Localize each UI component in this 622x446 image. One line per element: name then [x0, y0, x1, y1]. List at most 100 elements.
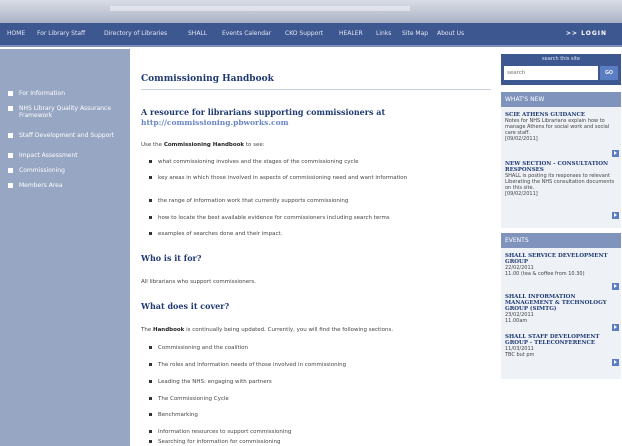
list-item-text: examples of searches done and their impa…	[158, 231, 283, 237]
search-label: search this site	[542, 56, 580, 62]
whats-new-heading: WHAT'S NEW	[501, 92, 621, 107]
nav-for-library-staff[interactable]: For Library Staff	[37, 30, 85, 37]
top-navigation-bar: HOME For Library Staff Directory of Libr…	[0, 23, 622, 47]
list-item-text: key areas in which those involved in asp…	[158, 175, 408, 181]
more-arrow-icon[interactable]	[612, 359, 619, 366]
search-input[interactable]	[504, 66, 598, 80]
intro-text: Use the Commissioning Handbook to see:	[141, 142, 265, 148]
sidebar-item-commissioning[interactable]: Commissioning	[8, 167, 126, 174]
list-item: The Commissioning Cycle	[149, 396, 488, 403]
sidebar-item-label: Commissioning	[19, 167, 65, 174]
bullet-icon	[149, 176, 152, 179]
nav-healer[interactable]: HEALER	[339, 30, 363, 37]
news-item: SCIE ATHENS GUIDANCE Notes for NHS Libra…	[505, 112, 619, 142]
what-heading: What does it cover?	[141, 301, 230, 311]
sidebar-item-staff-development[interactable]: Staff Development and Support	[8, 132, 126, 139]
bullet-icon	[149, 346, 152, 349]
event-item-title[interactable]: SHALL INFORMATION MANAGEMENT & TECHNOLOG…	[505, 294, 619, 312]
event-item: SHALL STAFF DEVELOPMENT GROUP - TELECONF…	[505, 334, 619, 358]
resource-heading: A resource for librarians supporting com…	[141, 107, 386, 117]
nav-shall[interactable]: SHALL	[188, 30, 207, 37]
list-item: what commissioning involves and the stag…	[149, 159, 488, 166]
bullet-icon	[149, 397, 152, 400]
more-arrow-icon[interactable]	[612, 324, 619, 331]
more-arrow-icon[interactable]	[612, 212, 619, 219]
list-item-text: how to locate the best available evidenc…	[158, 215, 390, 221]
list-item: Information resources to support commiss…	[149, 429, 488, 436]
nav-about-us[interactable]: About Us	[437, 30, 464, 37]
nav-links[interactable]: Links	[376, 30, 391, 37]
browser-top-strip	[0, 0, 622, 23]
square-bullet-icon	[8, 168, 13, 173]
search-go-button[interactable]: GO	[600, 66, 618, 80]
nav-home[interactable]: HOME	[7, 30, 25, 37]
news-item-date: [09/02/2011]	[505, 136, 538, 142]
list-item: Leading the NHS: engaging with partners	[149, 379, 488, 386]
list-item-text: The Commissioning Cycle	[158, 396, 229, 402]
sidebar-item-members-area[interactable]: Members Area	[8, 182, 126, 189]
who-heading: Who is it for?	[141, 253, 202, 263]
square-bullet-icon	[8, 91, 13, 96]
news-item-date: [09/02/2011]	[505, 191, 538, 197]
list-item-text: Searching for information for commission…	[158, 439, 281, 445]
intro-text-post: to see:	[245, 142, 265, 148]
square-bullet-icon	[8, 183, 13, 188]
search-box: search this site GO	[501, 54, 621, 85]
news-item-text: Notes for NHS Librarians explain how to …	[505, 118, 610, 136]
list-item: Benchmarking	[149, 412, 488, 419]
list-item: the range of information work that curre…	[149, 198, 488, 205]
more-arrow-icon[interactable]	[612, 283, 619, 290]
login-link[interactable]: >> LOGIN	[566, 30, 607, 37]
list-item-text: Leading the NHS: engaging with partners	[158, 379, 272, 385]
title-divider	[141, 89, 491, 90]
cover-text: The Handbook is continually being update…	[141, 327, 393, 333]
bullet-icon	[149, 160, 152, 163]
event-item-title[interactable]: SHALL SERVICE DEVELOPMENT GROUP	[505, 253, 619, 265]
sidebar-item-label: For Information	[19, 90, 66, 97]
list-item: examples of searches done and their impa…	[149, 231, 488, 238]
nav-cko-support[interactable]: CKO Support	[285, 30, 323, 37]
list-item-text: what commissioning involves and the stag…	[158, 159, 359, 165]
list-item: Commissioning and the coalition	[149, 345, 488, 352]
square-bullet-icon	[8, 106, 13, 111]
bullet-icon	[149, 430, 152, 433]
nav-events-calendar[interactable]: Events Calendar	[222, 30, 271, 37]
list-item: The roles and information needs of those…	[149, 362, 488, 369]
event-item-title[interactable]: SHALL STAFF DEVELOPMENT GROUP - TELECONF…	[505, 334, 619, 346]
bullet-icon	[149, 363, 152, 366]
bullet-icon	[149, 199, 152, 202]
nav-site-map[interactable]: Site Map	[402, 30, 428, 37]
handbook-url-link[interactable]: http://commissioning.pbworks.com	[141, 118, 289, 127]
sidebar-item-impact-assessment[interactable]: Impact Assessment	[8, 152, 126, 159]
list-item-text: Commissioning and the coalition	[158, 345, 249, 351]
news-item-title[interactable]: NEW SECTION - CONSULTATION RESPONSES	[505, 161, 619, 173]
bullet-icon	[149, 216, 152, 219]
list-item: how to locate the best available evidenc…	[149, 215, 488, 222]
bullet-icon	[149, 413, 152, 416]
cover-text-pre: The	[141, 327, 152, 333]
more-arrow-icon[interactable]	[612, 150, 619, 157]
right-column: search this site GO WHAT'S NEW SCIE ATHE…	[496, 49, 622, 446]
sidebar-item-label: Staff Development and Support	[19, 132, 115, 139]
sidebar-item-label: NHS Library Quality Assurance Framework	[19, 105, 112, 119]
list-item-text: The roles and information needs of those…	[158, 362, 347, 368]
sidebar-item-for-information[interactable]: For Information	[8, 90, 126, 97]
event-item: SHALL INFORMATION MANAGEMENT & TECHNOLOG…	[505, 294, 619, 324]
event-item-time: 11.00am	[505, 318, 528, 324]
event-item-time: TBC but pm	[505, 352, 535, 358]
sidebar-item-quality-assurance[interactable]: NHS Library Quality Assurance Framework	[8, 105, 126, 119]
news-item-text: SHALL is posting its responses to releva…	[505, 173, 615, 191]
intro-text-pre: Use the	[141, 142, 163, 148]
bullet-icon	[149, 380, 152, 383]
sidebar-item-label: Impact Assessment	[19, 152, 78, 159]
list-item-text: the range of information work that curre…	[158, 198, 349, 204]
events-panel: EVENTS SHALL SERVICE DEVELOPMENT GROUP 2…	[501, 233, 621, 379]
who-text: All librarians who support commissioners…	[141, 279, 256, 285]
list-item-text: Information resources to support commiss…	[158, 429, 292, 435]
cover-text-bold: Handbook	[152, 327, 185, 333]
sidebar-item-label: Members Area	[19, 182, 63, 189]
events-heading: EVENTS	[501, 233, 621, 248]
cover-text-post: is continually being updated. Currently,…	[186, 327, 394, 333]
event-item: SHALL SERVICE DEVELOPMENT GROUP 22/02/20…	[505, 253, 619, 277]
nav-directory-of-libraries[interactable]: Directory of Libraries	[104, 30, 167, 37]
